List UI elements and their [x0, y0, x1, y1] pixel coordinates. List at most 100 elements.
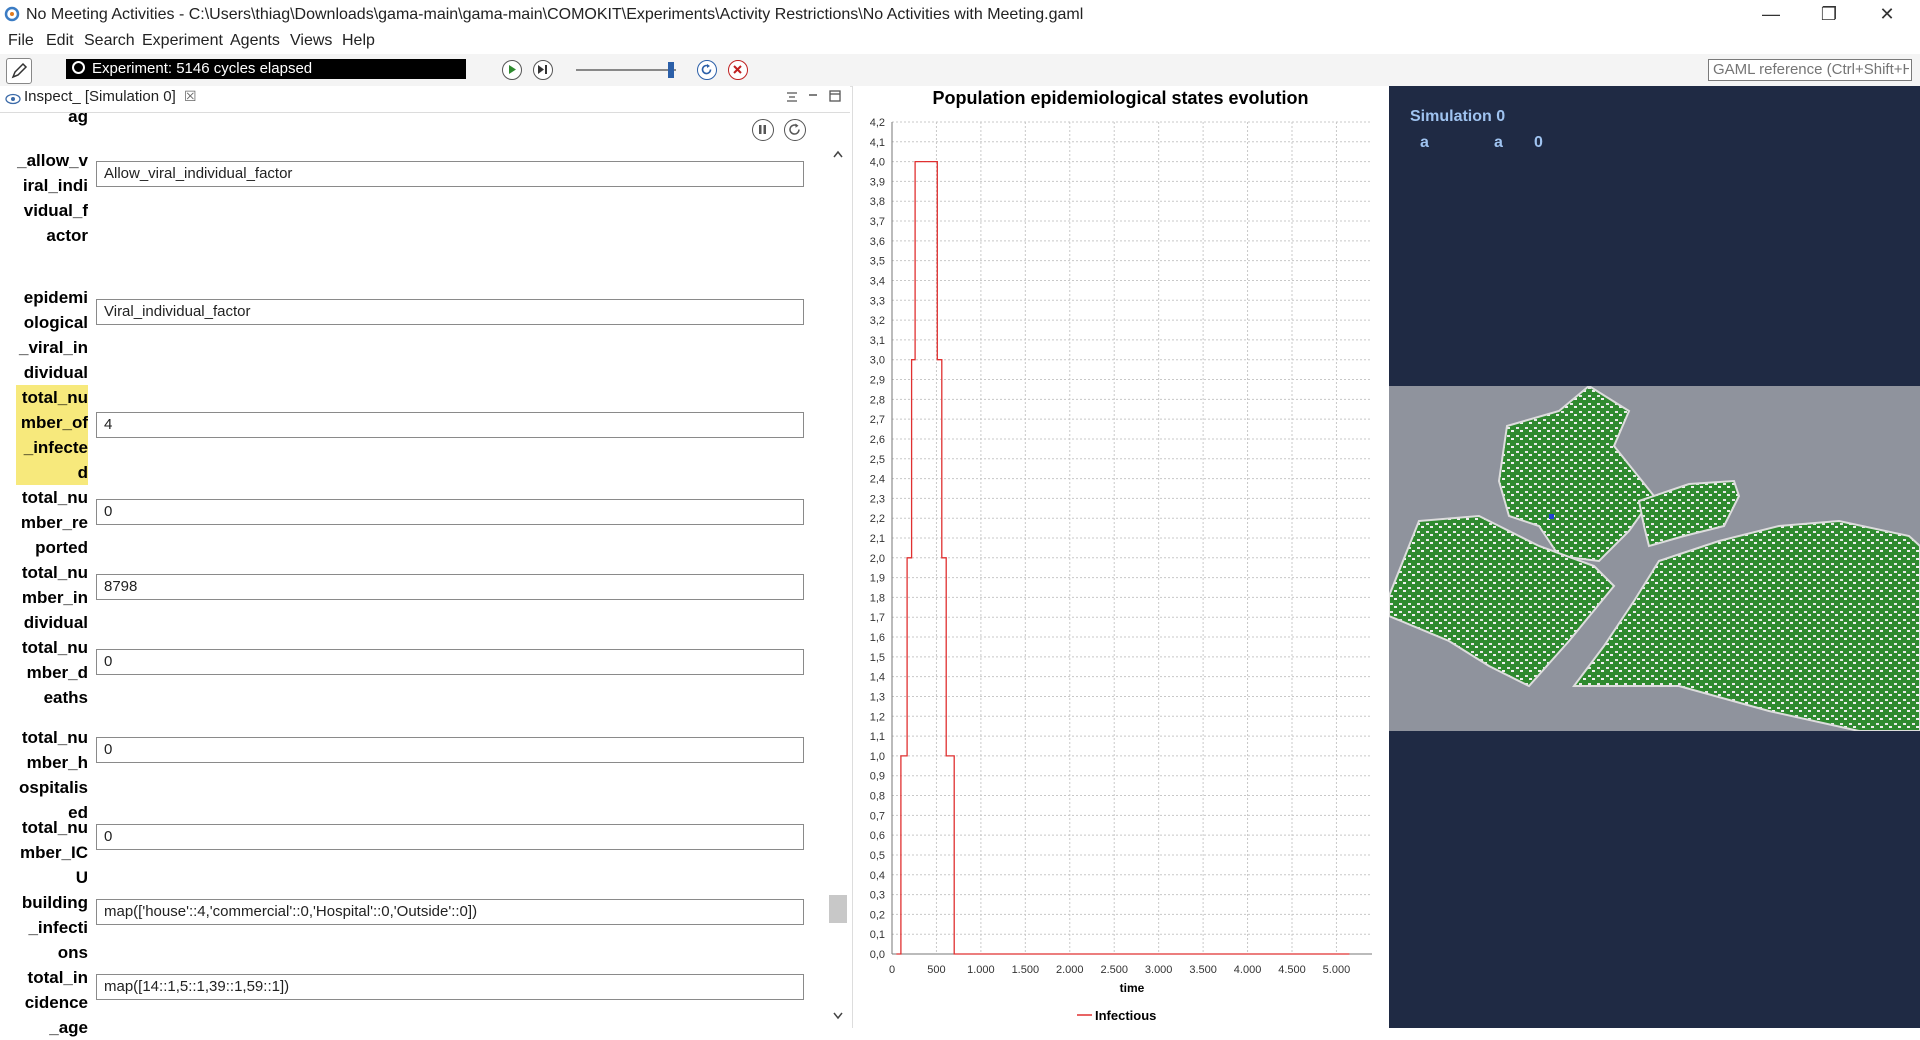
y-tick-label: 3,9: [870, 176, 885, 188]
y-tick-label: 3,3: [870, 295, 885, 307]
param-value-field[interactable]: 0: [96, 737, 804, 763]
param-label-text: total_in cidence _age: [24, 968, 88, 1037]
district-northeast: [1637, 479, 1741, 548]
speed-slider-track[interactable]: [576, 69, 676, 71]
param-value-field[interactable]: 0: [96, 824, 804, 850]
param-value-field[interactable]: 4: [96, 412, 804, 438]
x-tick-label: 3.500: [1189, 964, 1217, 976]
scrollbar-thumb[interactable]: [829, 895, 847, 923]
speed-slider-thumb[interactable]: [668, 62, 674, 78]
menu-file[interactable]: File: [8, 32, 34, 50]
y-tick-label: 0,1: [870, 929, 885, 941]
edit-button[interactable]: [6, 58, 32, 84]
menu-search[interactable]: Search: [84, 32, 135, 50]
gaml-reference-search[interactable]: [1708, 59, 1912, 81]
menu-views[interactable]: Views: [290, 32, 332, 50]
y-tick-label: 2,6: [870, 434, 885, 446]
y-tick-label: 0,3: [870, 890, 885, 902]
city-map-canvas: [1388, 384, 1920, 732]
refresh-inspect-button[interactable]: [784, 119, 806, 141]
x-tick-label: 4.500: [1278, 964, 1306, 976]
tab-inspect[interactable]: Inspect_ [Simulation 0]: [24, 88, 176, 105]
param-value-field[interactable]: 0: [96, 649, 804, 675]
tab-close-icon[interactable]: ☒: [184, 88, 197, 105]
restore-button[interactable]: ❐: [1800, 0, 1858, 30]
menu-agents[interactable]: Agents: [230, 32, 280, 50]
x-tick-label: 5.000: [1323, 964, 1351, 976]
gama-icon: [4, 6, 20, 22]
y-tick-label: 2,3: [870, 493, 885, 505]
y-tick-label: 2,9: [870, 375, 885, 387]
y-tick-label: 0,5: [870, 850, 885, 862]
y-tick-label: 1,9: [870, 573, 885, 585]
param-label-text: building _infecti ons: [21, 893, 88, 962]
city-map[interactable]: [1388, 384, 1920, 732]
agent-label-2: a: [1494, 134, 1503, 151]
window-title: No Meeting Activities - C:\Users\thiag\D…: [26, 6, 1084, 23]
param-value-field[interactable]: map(['house'::4,'commercial'::0,'Hospita…: [96, 899, 804, 925]
scroll-up-icon[interactable]: [831, 148, 845, 160]
param-label-partial: ag: [16, 112, 88, 147]
param-label-text: total_nu mber_IC U: [19, 818, 88, 887]
legend-label: Infectious: [1095, 1008, 1156, 1023]
menu-experiment[interactable]: Experiment: [142, 32, 223, 50]
param-value-field[interactable]: 8798: [96, 574, 804, 600]
close-window-button[interactable]: ✕: [1858, 0, 1916, 30]
param-label: building _infecti ons: [16, 890, 88, 965]
y-tick-label: 3,5: [870, 256, 885, 268]
param-label-text: total_nu mber_h ospitalis ed: [19, 728, 88, 822]
param-label: total_nu mber_IC U: [16, 815, 88, 890]
param-label-text: total_nu mber_in dividual: [21, 563, 88, 632]
y-tick-label: 2,7: [870, 414, 885, 426]
y-tick-label: 2,5: [870, 454, 885, 466]
param-value-field[interactable]: map([14::1,5::1,39::1,59::1]): [96, 974, 804, 1000]
x-tick-label: 4.000: [1234, 964, 1262, 976]
scroll-down-icon[interactable]: [831, 1010, 845, 1022]
y-tick-label: 3,0: [870, 355, 885, 367]
y-tick-label: 4,0: [870, 157, 885, 169]
y-tick-label: 1,0: [870, 751, 885, 763]
param-label: total_in cidence _age: [16, 965, 88, 1040]
x-tick-label: 500: [927, 964, 945, 976]
collapse-icon[interactable]: [785, 90, 799, 104]
step-button[interactable]: [533, 60, 553, 80]
pause-icon: [759, 125, 766, 134]
y-tick-label: 1,8: [870, 592, 885, 604]
y-tick-label: 3,6: [870, 236, 885, 248]
district-north: [1497, 384, 1656, 563]
menu-edit[interactable]: Edit: [46, 32, 74, 50]
epidemiological-chart[interactable]: 0,0 0,1 0,2 0,3 0,4 0,5 0,6 0,7 0,8 0,9 1,0 1,1 1,2 1…: [852, 110, 1389, 1028]
param-value-field[interactable]: Allow_viral_individual_factor: [96, 161, 804, 187]
y-tick-label: 0,6: [870, 830, 885, 842]
param-value-field[interactable]: Viral_individual_factor: [96, 299, 804, 325]
maximize-view-icon[interactable]: [828, 89, 842, 103]
x-tick-label: 3.000: [1145, 964, 1173, 976]
pause-inspect-button[interactable]: [752, 119, 774, 141]
param-label-text: total_nu mber_d eaths: [21, 638, 88, 707]
play-button[interactable]: [502, 60, 522, 80]
minimize-button[interactable]: —: [1742, 0, 1800, 30]
y-tick-label: 0,8: [870, 791, 885, 803]
param-label-text: _allow_v iral_indi vidual_f actor: [17, 151, 88, 245]
menu-help[interactable]: Help: [342, 32, 375, 50]
y-tick-label: 2,4: [870, 474, 885, 486]
y-tick-label: 2,8: [870, 394, 885, 406]
x-tick-label: 0: [889, 964, 895, 976]
reload-button[interactable]: [697, 60, 717, 80]
timer-icon: [72, 61, 85, 74]
y-tick-label: 2,2: [870, 513, 885, 525]
y-tick-label: 4,2: [870, 117, 885, 129]
stop-button[interactable]: [728, 60, 748, 80]
y-tick-label: 1,5: [870, 652, 885, 664]
minimize-view-icon[interactable]: [806, 90, 820, 104]
y-tick-label: 1,4: [870, 672, 885, 684]
param-label: total_nu mber_h ospitalis ed: [16, 725, 88, 825]
district-east: [1572, 519, 1920, 732]
x-tick-label: 1.500: [1012, 964, 1040, 976]
inspect-panel: [0, 112, 850, 1028]
param-label-text: total_nu mber_of _infecte d: [20, 388, 88, 482]
play-icon: [509, 65, 516, 74]
param-value-field[interactable]: 0: [96, 499, 804, 525]
y-tick-label: 0,9: [870, 771, 885, 783]
y-tick-label: 0,7: [870, 810, 885, 822]
